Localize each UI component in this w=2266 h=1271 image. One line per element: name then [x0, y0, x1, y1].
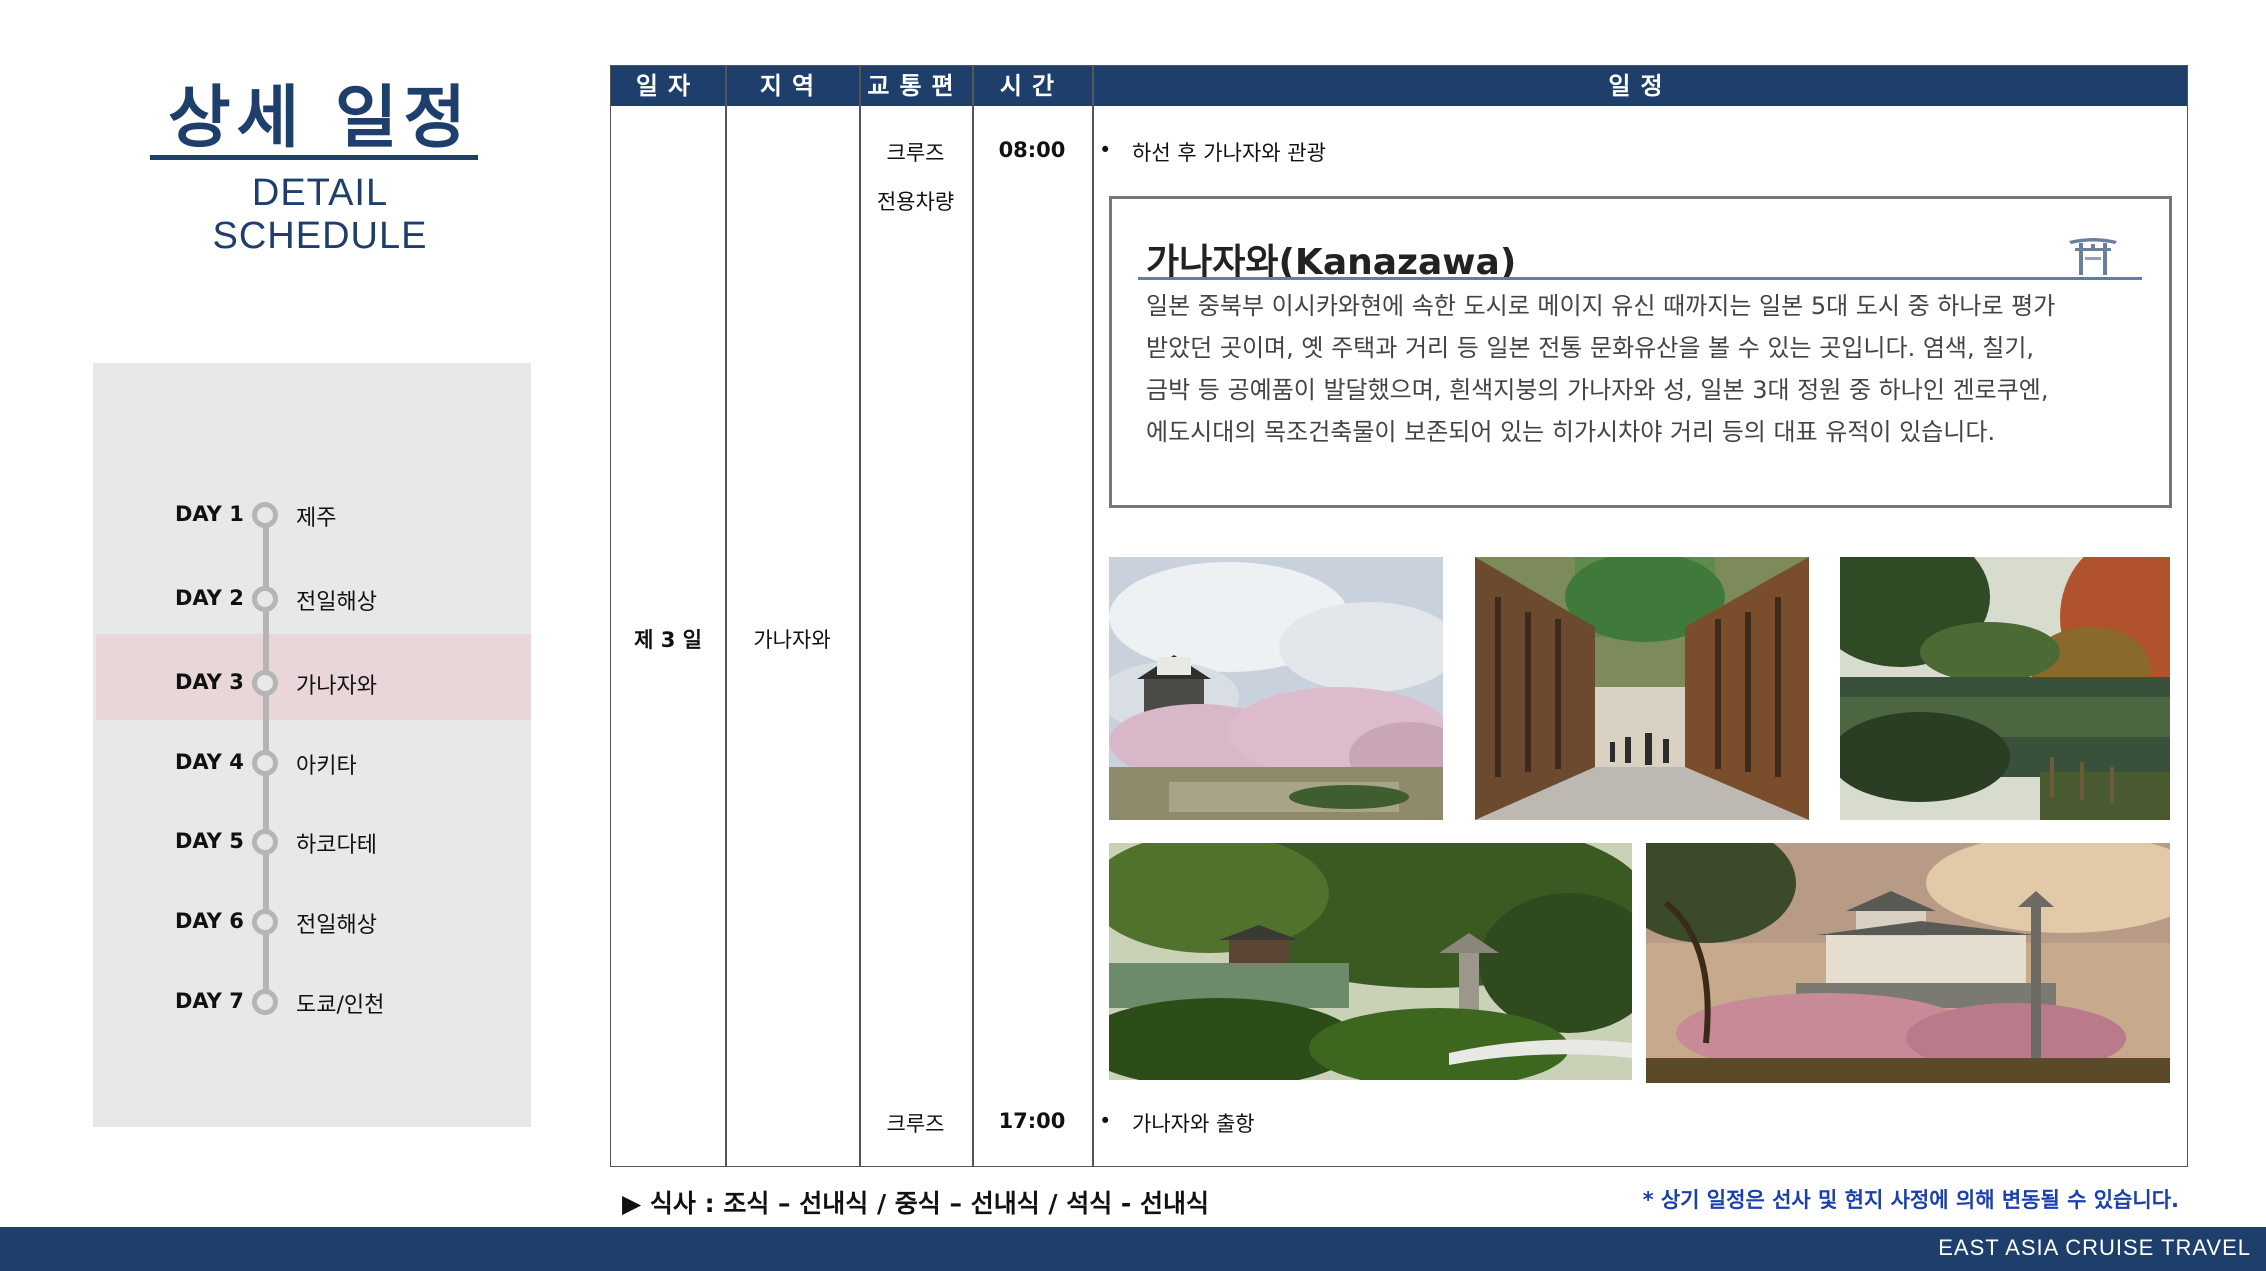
day-place: 아키타 [296, 754, 357, 779]
day-item-5[interactable]: DAY 5 하코다테 [93, 823, 531, 863]
timeline-dot-icon [252, 586, 278, 612]
timeline-dot-icon [252, 989, 278, 1015]
castle-sunset-photo [1646, 843, 2170, 1083]
day-place: 도쿄/인천 [296, 993, 385, 1018]
footer-bar: EAST ASIA CRUISE TRAVEL [0, 1227, 2266, 1271]
header-region: 지역 [759, 72, 825, 100]
plan-cell: 가나자와 출항 [1132, 1112, 1255, 1136]
time-cell: 17:00 [998, 1109, 1066, 1133]
day-item-1[interactable]: DAY 1 제주 [93, 496, 531, 536]
info-line: 금박 등 공예품이 발달했으며, 흰색지붕의 가나자와 성, 일본 3대 정원 … [1146, 376, 2049, 404]
castle-cherry-blossom-photo [1109, 557, 1443, 820]
header-plan: 일정 [1608, 72, 1673, 100]
meal-info: ▶ 식사 : 조식 – 선내식 / 중식 – 선내식 / 석식 - 선내식 [622, 1189, 1210, 1218]
timeline-dot-icon [252, 502, 278, 528]
column-divider [725, 66, 727, 1166]
brand-name: EAST ASIA CRUISE TRAVEL [1938, 1235, 2251, 1260]
plan-cell: 하선 후 가나자와 관광 [1132, 141, 1326, 165]
day-place: 가나자와 [296, 674, 377, 699]
table-header: 일자 지역 교통편 시간 일정 [611, 66, 2187, 106]
torii-gate-icon [2069, 238, 2117, 275]
transport-cell: 전용차량 [876, 190, 955, 214]
timeline-dot-icon [252, 750, 278, 776]
day-item-3[interactable]: DAY 3 가나자와 [93, 664, 531, 704]
day-item-7[interactable]: DAY 7 도쿄/인천 [93, 983, 531, 1023]
kenrokuen-garden-photo [1109, 843, 1632, 1080]
timeline-dot-icon [252, 829, 278, 855]
schedule-change-note: * 상기 일정은 선사 및 현지 사정에 의해 변동될 수 있습니다. [1642, 1188, 2179, 1212]
info-description: 일본 중북부 이시카와현에 속한 도시로 메이지 유신 때까지는 일본 5대 도… [1146, 285, 2146, 453]
info-line: 받았던 곳이며, 옛 주택과 거리 등 일본 전통 문화유산을 볼 수 있는 곳… [1146, 334, 2035, 362]
transport-cell: 크루즈 [886, 141, 945, 165]
day-item-4[interactable]: DAY 4 아키타 [93, 744, 531, 784]
region-cell: 가나자와 [753, 628, 831, 652]
header-time: 시간 [999, 72, 1065, 100]
page-title: 상세 일정 [168, 79, 472, 158]
header-date: 일자 [635, 72, 701, 100]
transport-cell: 크루즈 [886, 1112, 945, 1136]
info-line: 일본 중북부 이시카와현에 속한 도시로 메이지 유신 때까지는 일본 5대 도… [1146, 292, 2056, 320]
page-subtitle: DETAIL SCHEDULE [212, 172, 428, 257]
bullet-icon: • [1099, 1109, 1112, 1133]
header-transport: 교통편 [867, 72, 964, 100]
column-divider [1092, 66, 1094, 1166]
timeline-dot-icon [252, 909, 278, 935]
bullet-icon: • [1099, 138, 1112, 162]
day-item-2[interactable]: DAY 2 전일해상 [93, 580, 531, 620]
timeline-dot-icon [252, 670, 278, 696]
day-item-6[interactable]: DAY 6 전일해상 [93, 903, 531, 943]
day-place: 제주 [296, 506, 337, 531]
chaya-street-photo [1475, 557, 1809, 820]
column-divider [972, 66, 974, 1166]
info-line: 에도시대의 목조건축물이 보존되어 있는 히가시차야 거리 등의 대표 유적이 … [1146, 418, 1996, 446]
day-cell: 제 3 일 [634, 628, 702, 652]
garden-pond-photo [1840, 557, 2170, 820]
time-cell: 08:00 [998, 138, 1066, 162]
info-title-underline [1138, 277, 2142, 280]
title-underline [150, 155, 478, 160]
column-divider [859, 66, 861, 1166]
day-place: 하코다테 [296, 833, 377, 858]
day-place: 전일해상 [296, 913, 377, 938]
day-place: 전일해상 [296, 590, 377, 615]
kanazawa-info-box: 가나자와(Kanazawa) 일본 중북부 이시카와현에 속한 도시로 메이지 … [1109, 196, 2172, 508]
